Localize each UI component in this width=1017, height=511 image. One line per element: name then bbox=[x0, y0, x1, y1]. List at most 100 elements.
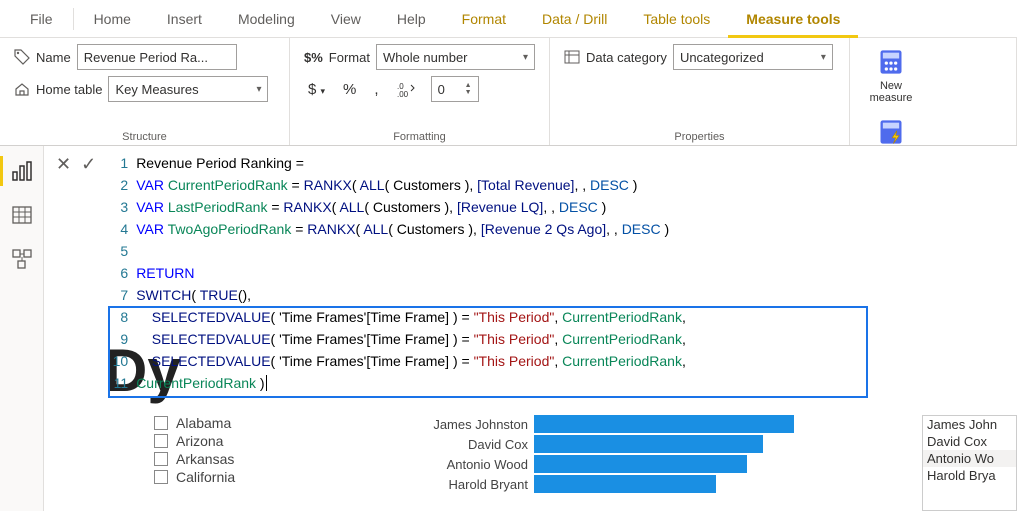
table-row[interactable]: Antonio Wo bbox=[923, 450, 1016, 467]
editor-line[interactable]: 8 SELECTEDVALUE( 'Time Frames'[Time Fram… bbox=[110, 306, 880, 328]
bar-value bbox=[534, 415, 794, 433]
menu-data-drill[interactable]: Data / Drill bbox=[524, 0, 625, 38]
table-row[interactable]: James John bbox=[923, 416, 1016, 433]
new-measure-button[interactable]: New measure bbox=[864, 48, 918, 104]
line-number: 5 bbox=[110, 240, 136, 262]
menu-help[interactable]: Help bbox=[379, 0, 444, 38]
bar-chart-icon bbox=[11, 160, 33, 182]
customer-ranking-table[interactable]: James JohnDavid CoxAntonio WoHarold Brya bbox=[922, 415, 1017, 511]
editor-line[interactable]: 3VAR LastPeriodRank = RANKX( ALL( Custom… bbox=[110, 196, 880, 218]
menu-modeling[interactable]: Modeling bbox=[220, 0, 313, 38]
bar-row[interactable]: Harold Bryant bbox=[404, 475, 922, 493]
bar-row[interactable]: David Cox bbox=[404, 435, 922, 453]
table-row[interactable]: Harold Brya bbox=[923, 467, 1016, 484]
slicer-item-label: Alabama bbox=[176, 415, 231, 431]
code-content[interactable]: RETURN bbox=[136, 262, 194, 284]
format-label: $% Format bbox=[304, 50, 370, 65]
bar-row[interactable]: Antonio Wood bbox=[404, 455, 922, 473]
editor-line[interactable]: 11CurrentPeriodRank ) bbox=[110, 372, 880, 394]
top-menubar: File Home Insert Modeling View Help Form… bbox=[0, 0, 1017, 38]
data-category-select[interactable]: Uncategorized bbox=[673, 44, 833, 70]
menu-file[interactable]: File bbox=[12, 0, 71, 38]
code-content[interactable]: SELECTEDVALUE( 'Time Frames'[Time Frame]… bbox=[136, 350, 686, 372]
code-content[interactable]: VAR CurrentPeriodRank = RANKX( ALL( Cust… bbox=[136, 174, 637, 196]
editor-line[interactable]: 7SWITCH( TRUE(), bbox=[110, 284, 880, 306]
spinner-down-icon[interactable]: ▼ bbox=[465, 89, 472, 96]
canvas-visuals-peek: Alabama Arizona Arkansas California James J… bbox=[154, 415, 1017, 511]
line-number: 1 bbox=[110, 152, 136, 174]
editor-line[interactable]: 2VAR CurrentPeriodRank = RANKX( ALL( Cus… bbox=[110, 174, 880, 196]
table-row[interactable]: David Cox bbox=[923, 433, 1016, 450]
group-label-formatting: Formatting bbox=[304, 129, 535, 143]
left-nav-rail bbox=[0, 146, 44, 511]
code-content[interactable]: CurrentPeriodRank ) bbox=[136, 372, 266, 394]
percent-button[interactable]: % bbox=[339, 79, 360, 100]
thousands-separator-button[interactable]: , bbox=[370, 79, 382, 100]
format-value: Whole number bbox=[383, 50, 468, 65]
line-number: 9 bbox=[110, 328, 136, 350]
code-content[interactable]: SWITCH( TRUE(), bbox=[136, 284, 251, 306]
decimal-places-input[interactable]: 0 ▲ ▼ bbox=[431, 76, 479, 102]
home-table-select[interactable]: Key Measures bbox=[108, 76, 268, 102]
bar-label: James Johnston bbox=[404, 417, 534, 432]
editor-line[interactable]: 5 bbox=[110, 240, 880, 262]
menu-measure-tools[interactable]: Measure tools bbox=[728, 0, 858, 38]
checkbox-icon[interactable] bbox=[154, 452, 168, 466]
chevron-down-icon bbox=[321, 86, 326, 96]
bar-value bbox=[534, 455, 747, 473]
menu-home[interactable]: Home bbox=[76, 0, 149, 38]
data-view-button[interactable] bbox=[11, 204, 33, 226]
spinner-up-icon[interactable]: ▲ bbox=[465, 82, 472, 89]
slicer-item[interactable]: Arizona bbox=[154, 433, 404, 449]
code-content[interactable]: SELECTEDVALUE( 'Time Frames'[Time Frame]… bbox=[136, 306, 686, 328]
checkbox-icon[interactable] bbox=[154, 416, 168, 430]
calculator-icon bbox=[877, 48, 905, 76]
checkbox-icon[interactable] bbox=[154, 470, 168, 484]
editor-line[interactable]: 9 SELECTEDVALUE( 'Time Frames'[Time Fram… bbox=[110, 328, 880, 350]
bar-row[interactable]: James Johnston bbox=[404, 415, 922, 433]
format-select[interactable]: Whole number bbox=[376, 44, 535, 70]
home-table-value: Key Measures bbox=[115, 82, 198, 97]
slicer-item[interactable]: California bbox=[154, 469, 404, 485]
slicer-item-label: Arkansas bbox=[176, 451, 234, 467]
text-caret bbox=[266, 375, 267, 391]
menu-format[interactable]: Format bbox=[444, 0, 524, 38]
menu-table-tools[interactable]: Table tools bbox=[625, 0, 728, 38]
menu-view[interactable]: View bbox=[313, 0, 379, 38]
code-content[interactable]: SELECTEDVALUE( 'Time Frames'[Time Frame]… bbox=[136, 328, 686, 350]
line-number: 8 bbox=[110, 306, 136, 328]
bar-label: Harold Bryant bbox=[404, 477, 534, 492]
slicer-item[interactable]: Alabama bbox=[154, 415, 404, 431]
home-table-label-text: Home table bbox=[36, 82, 102, 97]
slicer-item[interactable]: Arkansas bbox=[154, 451, 404, 467]
slicer-item-label: Arizona bbox=[176, 433, 223, 449]
code-content[interactable]: VAR TwoAgoPeriodRank = RANKX( ALL( Custo… bbox=[136, 218, 669, 240]
commit-formula-button[interactable]: ✓ bbox=[81, 154, 96, 175]
model-icon bbox=[11, 248, 33, 270]
dax-editor[interactable]: 1Revenue Period Ranking =2VAR CurrentPer… bbox=[110, 152, 880, 394]
checkbox-icon[interactable] bbox=[154, 434, 168, 448]
ribbon-group-formatting: $% Format Whole number $ % , .0.00 0 bbox=[290, 38, 550, 145]
editor-line[interactable]: 4VAR TwoAgoPeriodRank = RANKX( ALL( Cust… bbox=[110, 218, 880, 240]
code-content[interactable]: VAR LastPeriodRank = RANKX( ALL( Custome… bbox=[136, 196, 606, 218]
cancel-formula-button[interactable]: ✕ bbox=[56, 154, 71, 175]
svg-text:.00: .00 bbox=[397, 90, 409, 97]
measure-name-input[interactable]: Revenue Period Ra... bbox=[77, 44, 237, 70]
measure-name-value: Revenue Period Ra... bbox=[84, 50, 208, 65]
model-view-button[interactable] bbox=[11, 248, 33, 270]
editor-line[interactable]: 6RETURN bbox=[110, 262, 880, 284]
currency-button[interactable]: $ bbox=[304, 79, 329, 100]
bar-value bbox=[534, 435, 763, 453]
editor-line[interactable]: 1Revenue Period Ranking = bbox=[110, 152, 880, 174]
chevron-down-icon bbox=[821, 52, 826, 63]
editor-line[interactable]: 10 SELECTEDVALUE( 'Time Frames'[Time Fra… bbox=[110, 350, 880, 372]
report-view-button[interactable] bbox=[11, 160, 33, 182]
line-number: 7 bbox=[110, 284, 136, 306]
data-category-label-text: Data category bbox=[586, 50, 667, 65]
customer-bar-chart[interactable]: James Johnston David Cox Antonio Wood Harol… bbox=[404, 415, 922, 511]
code-content[interactable]: Revenue Period Ranking = bbox=[136, 152, 304, 174]
menu-insert[interactable]: Insert bbox=[149, 0, 220, 38]
line-number: 10 bbox=[110, 350, 136, 372]
state-slicer[interactable]: Alabama Arizona Arkansas California bbox=[154, 415, 404, 511]
bar-value bbox=[534, 475, 716, 493]
